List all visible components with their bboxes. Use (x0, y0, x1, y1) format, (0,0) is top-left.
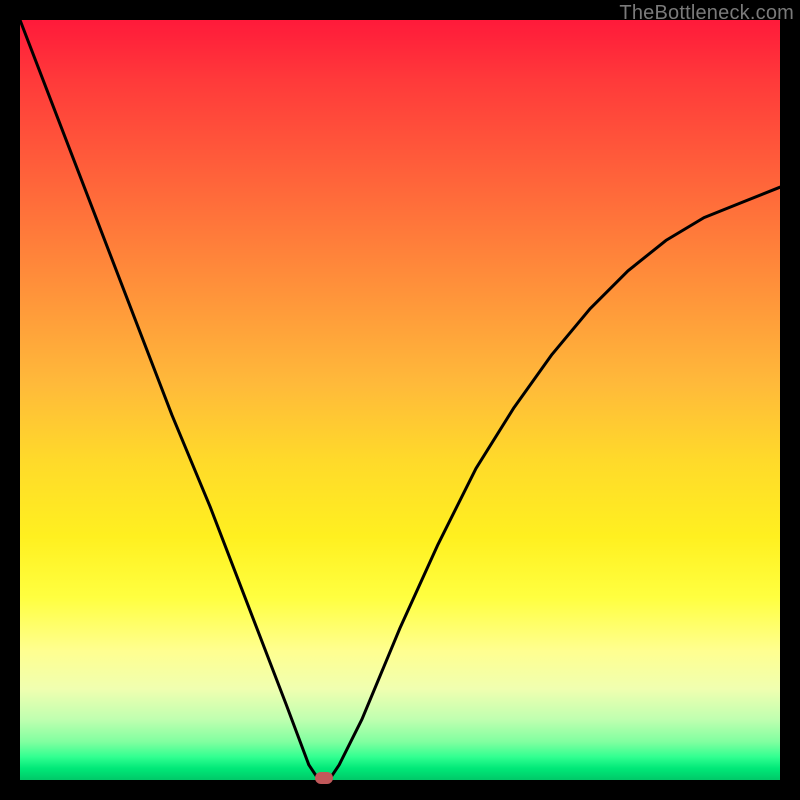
bottleneck-curve (20, 20, 780, 780)
chart-frame: TheBottleneck.com (0, 0, 800, 800)
plot-area (20, 20, 780, 780)
optimal-point-marker (315, 772, 333, 784)
